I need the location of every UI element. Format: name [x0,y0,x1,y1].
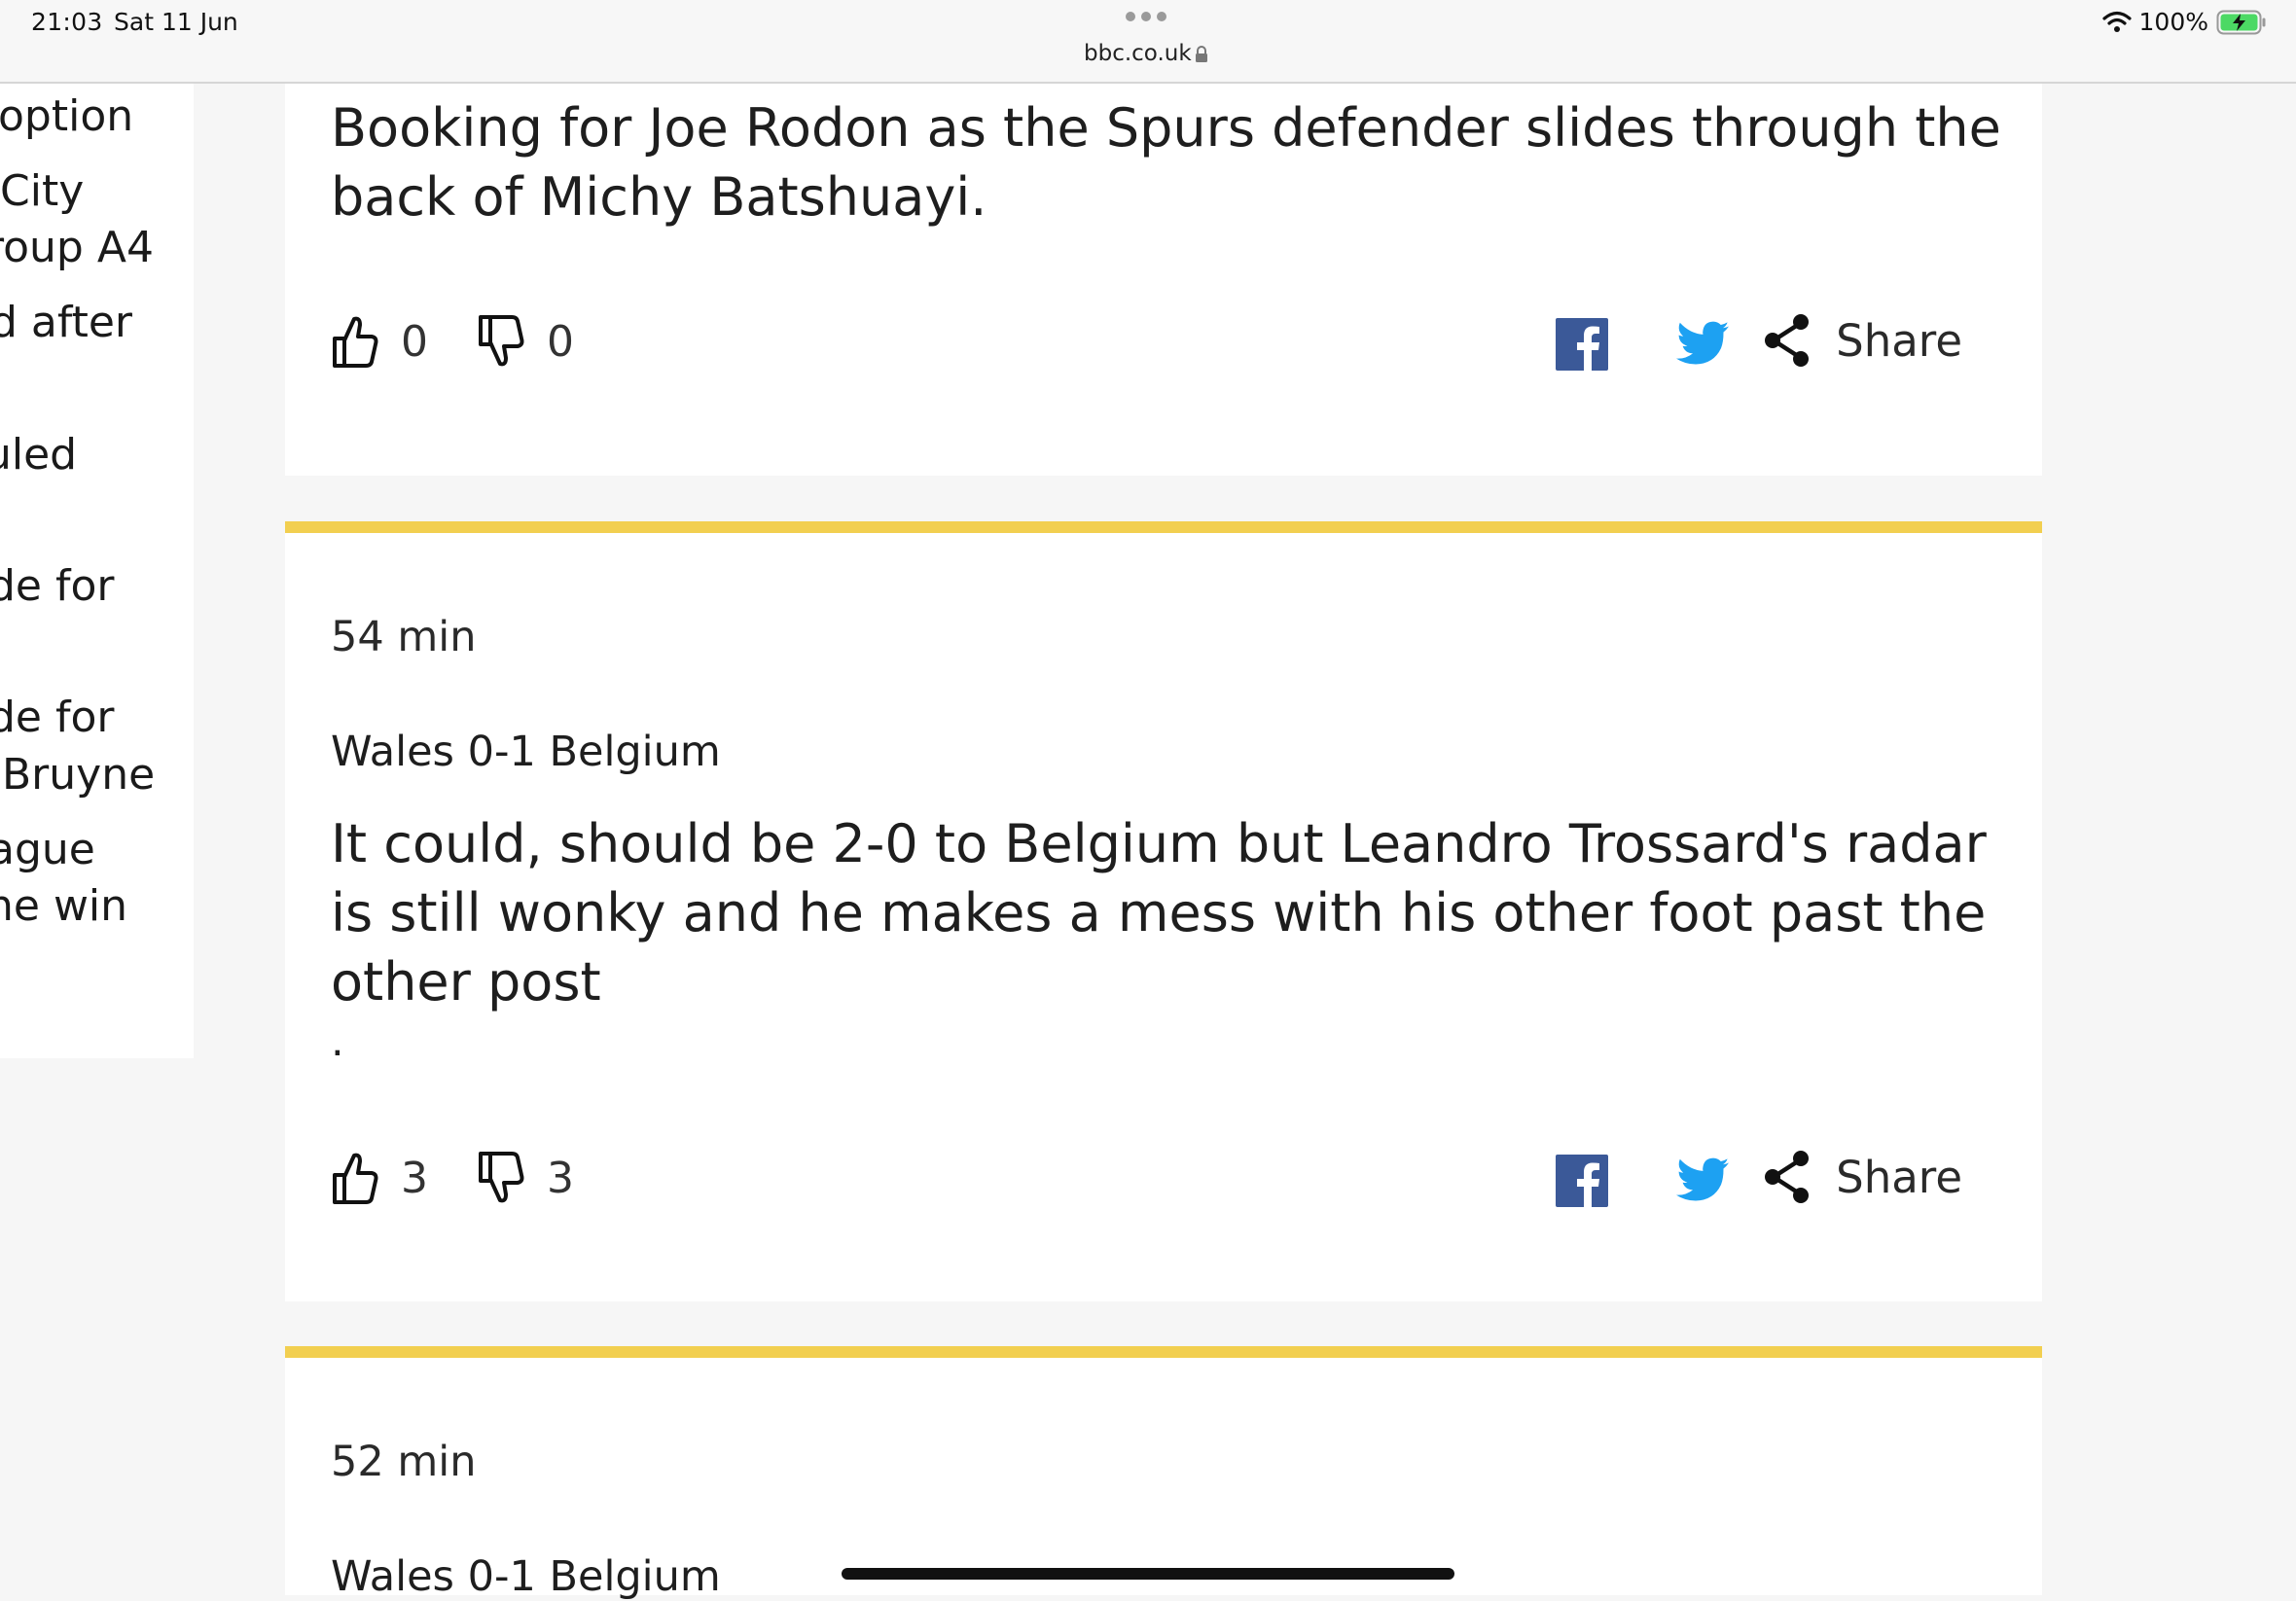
entry-time: 54 min [331,613,477,661]
twitter-icon[interactable] [1676,1157,1729,1202]
wifi-icon [2101,11,2132,32]
entry-time: 52 min [331,1438,477,1486]
dislike-count: 0 [547,316,574,367]
status-bar: 21:03 Sat 11 Jun bbc.co.uk 100% [0,0,2296,84]
thumbs-down-icon [479,315,524,367]
thumbs-up-icon [333,316,378,368]
battery-percentage: 100% [2138,8,2208,36]
entry-text: Booking for Joe Rodon as the Spurs defen… [331,97,2001,228]
sidebar-line[interactable]: ague [0,825,95,874]
lock-icon [1196,46,1207,62]
entry-actions: 3 3 Share [331,1150,1962,1212]
entry-text: It could, should be 2-0 to Belgium but L… [331,813,1987,1013]
status-time: 21:03 [31,8,103,36]
sidebar-line[interactable]: option [0,91,133,141]
live-entry-card: 52 min Wales 0-1 Belgium [285,1346,2042,1601]
share-icon [1765,1151,1810,1203]
sidebar-line[interactable]: de for [0,693,115,742]
dislike-button[interactable]: 0 [477,313,574,370]
live-entry-card: Booking for Joe Rodon as the Spurs defen… [285,84,2042,476]
sidebar-line[interactable]: uled [0,430,77,480]
entry-score: Wales 0-1 Belgium [331,728,721,776]
like-button[interactable]: 0 [331,313,428,370]
multitasking-dots-icon[interactable] [1126,12,1166,21]
dislike-button[interactable]: 3 [477,1150,574,1206]
like-button[interactable]: 3 [331,1150,428,1206]
like-count: 0 [401,316,428,367]
facebook-icon[interactable] [1556,1155,1608,1207]
address-bar-url[interactable]: bbc.co.uk [1084,41,1192,66]
like-count: 3 [401,1153,428,1203]
status-date: Sat 11 Jun [114,8,238,36]
share-button[interactable]: Share [1762,1150,1962,1204]
share-label: Share [1836,314,1962,367]
dislike-count: 3 [547,1153,574,1203]
sidebar-line[interactable]: d after [0,298,132,347]
status-right: 100% [2101,8,2267,36]
share-icon [1765,314,1810,367]
battery-charging-icon [2216,10,2266,34]
home-indicator[interactable] [842,1568,1454,1580]
share-label: Share [1836,1151,1962,1203]
share-button[interactable]: Share [1762,313,1962,368]
thumbs-up-icon [333,1153,378,1204]
thumbs-down-icon [479,1152,524,1203]
live-entry-card: 54 min Wales 0-1 Belgium It could, shoul… [285,521,2042,1301]
sidebar-line[interactable]: de for [0,561,115,611]
related-stories-sidebar: option City roup A4 d after uled de for … [0,84,194,1058]
sidebar-line[interactable]: ne win [0,881,127,931]
entry-score: Wales 0-1 Belgium [331,1552,721,1601]
sidebar-line[interactable]: roup A4 [0,223,154,272]
entry-actions: 0 0 Share [331,313,1962,375]
twitter-icon[interactable] [1676,321,1729,366]
sidebar-line[interactable]: Bruyne [2,750,155,800]
sidebar-line[interactable]: City [0,166,84,216]
facebook-icon[interactable] [1556,318,1608,371]
entry-trailing-text: . [331,1017,344,1066]
